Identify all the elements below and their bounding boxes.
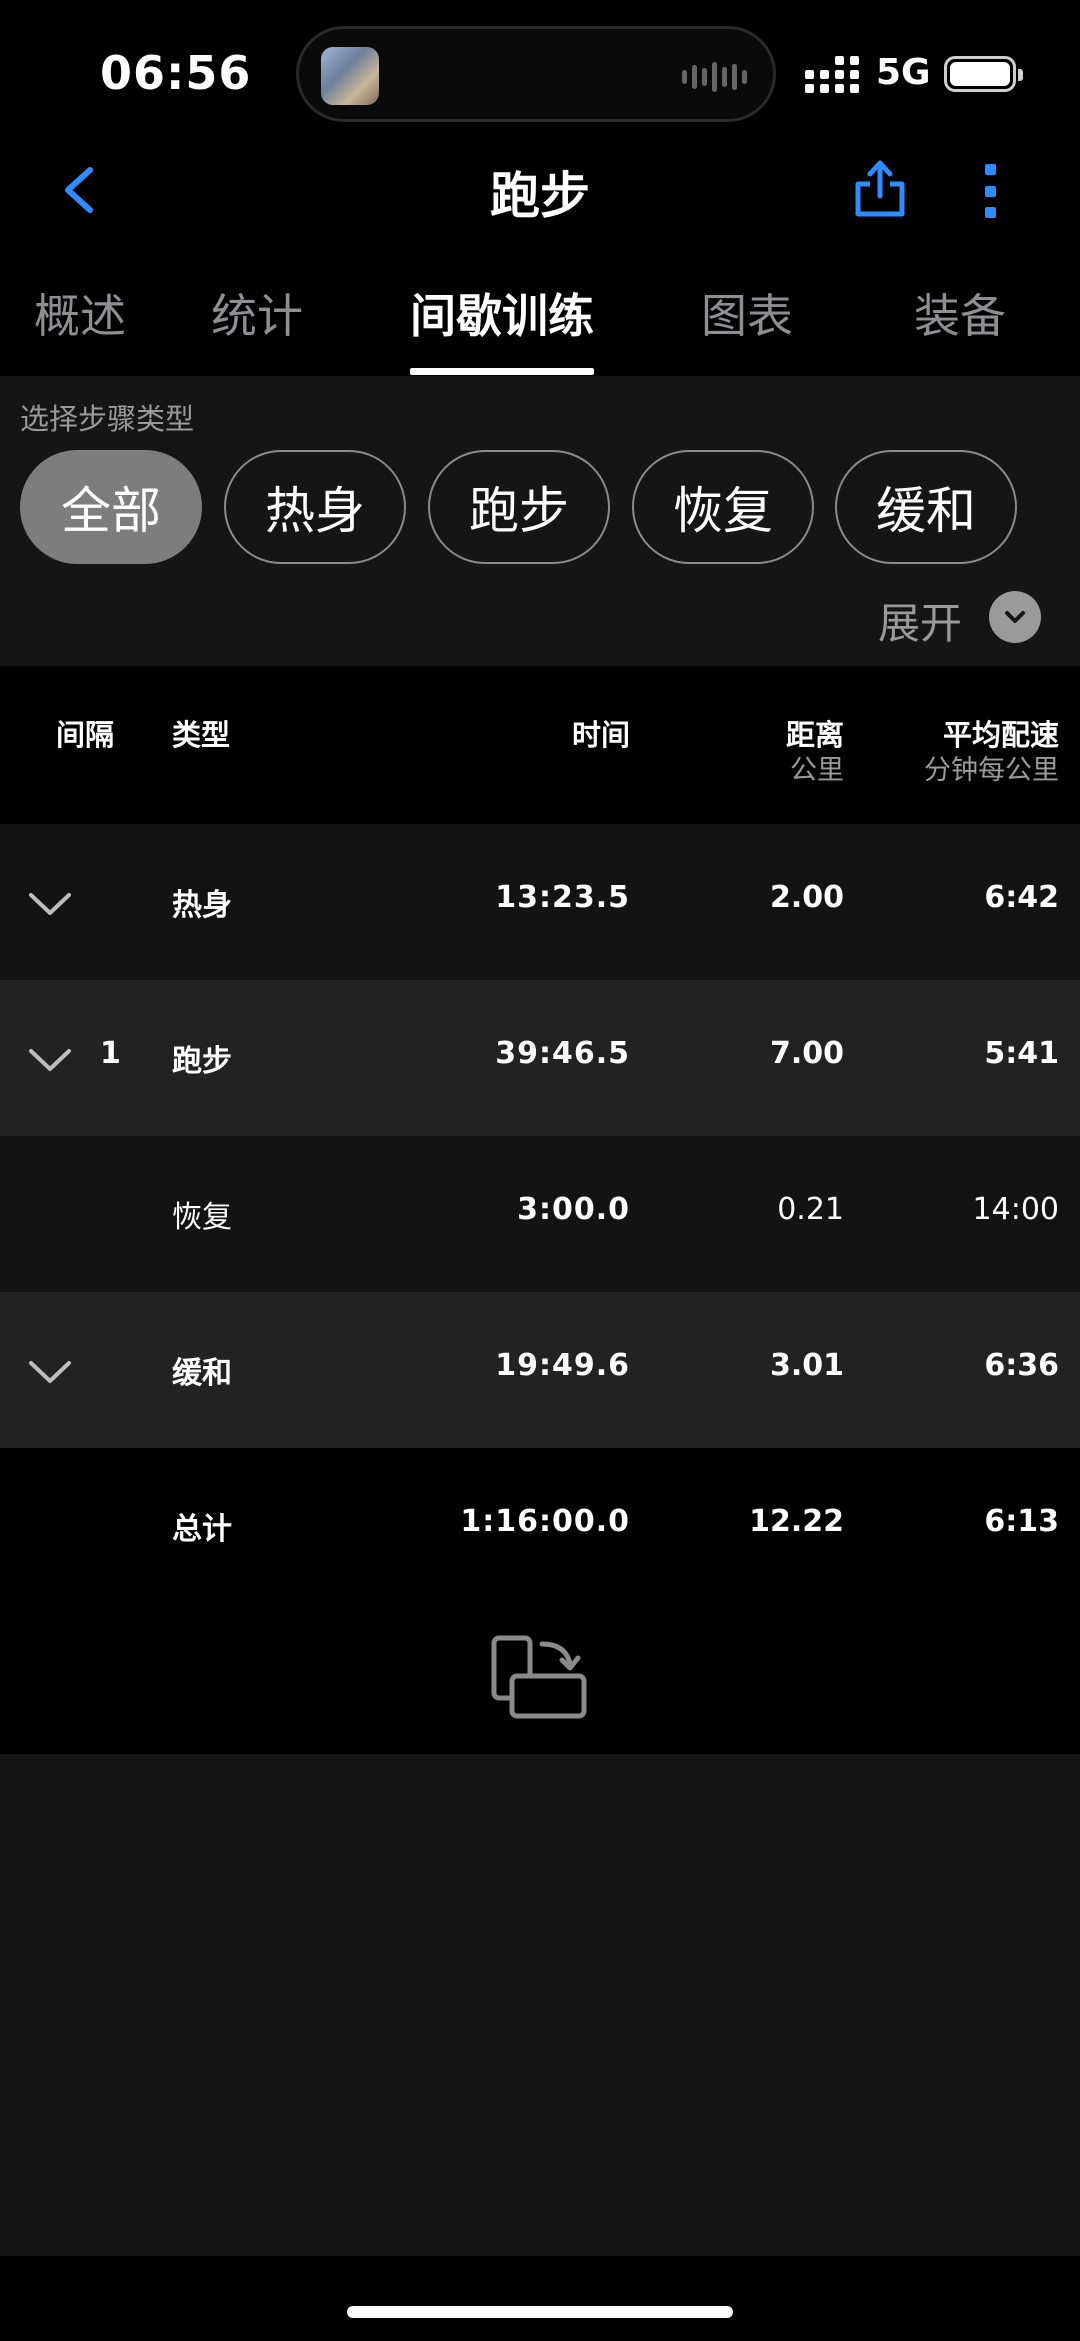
now-playing-thumbnail [321,47,379,105]
battery-icon [944,56,1023,92]
row-pace: 6:42 [984,880,1059,915]
expand-down-icon[interactable] [989,591,1041,643]
col-pace-unit: 分钟每公里 [924,755,1059,786]
col-distance-unit: 公里 [790,755,844,786]
rotate-screen-icon[interactable] [490,1634,590,1724]
col-interval: 间隔 [56,718,115,752]
row-distance: 2.00 [769,880,844,915]
chip-all[interactable]: 全部 [20,450,202,564]
table-row[interactable]: 恢复 3:00.0 0.21 14:00 [0,1136,1080,1292]
total-row: 总计 1:16:00.0 12.22 6:13 [0,1448,1080,1604]
page-title: 跑步 [490,167,590,225]
row-time: 19:49.6 [495,1348,630,1383]
audio-wave-icon [682,61,747,93]
nav-bar: 跑步 [0,150,1080,230]
total-pace: 6:13 [984,1504,1059,1539]
status-time: 06:56 [100,46,252,100]
tab-charts[interactable]: 图表 [701,280,793,346]
status-bar: 06:56 5G [0,0,1080,150]
col-type: 类型 [172,718,231,752]
tab-bar: 概述 统计 间歇训练 图表 装备 [0,270,1080,376]
home-indicator[interactable] [347,2306,733,2318]
row-time: 39:46.5 [495,1036,630,1071]
total-distance: 12.22 [749,1504,844,1539]
filter-label: 选择步骤类型 [20,402,195,436]
tab-overview[interactable]: 概述 [34,280,126,346]
tab-gear[interactable]: 装备 [914,280,1006,346]
chip-cooldown[interactable]: 缓和 [835,450,1017,564]
row-chevron-icon[interactable] [28,890,72,918]
row-pace: 14:00 [972,1192,1059,1227]
table-header: 间隔 类型 时间 距离 公里 平均配速 分钟每公里 [0,666,1080,824]
tab-stats[interactable]: 统计 [211,280,303,346]
expand-label[interactable]: 展开 [878,590,962,651]
table-row[interactable]: 热身 13:23.5 2.00 6:42 [0,824,1080,980]
total-time: 1:16:00.0 [460,1504,630,1539]
share-icon[interactable] [852,156,908,220]
row-pace: 5:41 [984,1036,1059,1071]
row-chevron-icon[interactable] [28,1046,72,1074]
tab-intervals[interactable]: 间歇训练 [410,280,594,346]
chip-recovery[interactable]: 恢复 [632,450,814,564]
chip-warmup[interactable]: 热身 [224,450,406,564]
row-distance: 3.01 [769,1348,844,1383]
row-pace: 6:36 [984,1348,1059,1383]
row-time: 3:00.0 [517,1192,630,1227]
col-time: 时间 [571,718,630,752]
more-vertical-icon[interactable] [982,164,998,218]
signal-icon [805,56,859,93]
network-type: 5G [876,52,931,93]
table-row[interactable]: 1 跑步 39:46.5 7.00 5:41 [0,980,1080,1136]
row-time: 13:23.5 [495,880,630,915]
empty-panel [0,1754,1080,2256]
table-row[interactable]: 缓和 19:49.6 3.01 6:36 [0,1292,1080,1448]
dynamic-island[interactable] [296,26,776,122]
step-type-filter: 选择步骤类型 全部 热身 跑步 恢复 缓和 展开 [0,376,1080,666]
row-distance: 0.21 [777,1192,844,1227]
row-chevron-icon[interactable] [28,1358,72,1386]
row-distance: 7.00 [769,1036,844,1071]
rotate-area [0,1604,1080,1754]
active-tab-indicator [410,368,594,375]
chip-run[interactable]: 跑步 [428,450,610,564]
